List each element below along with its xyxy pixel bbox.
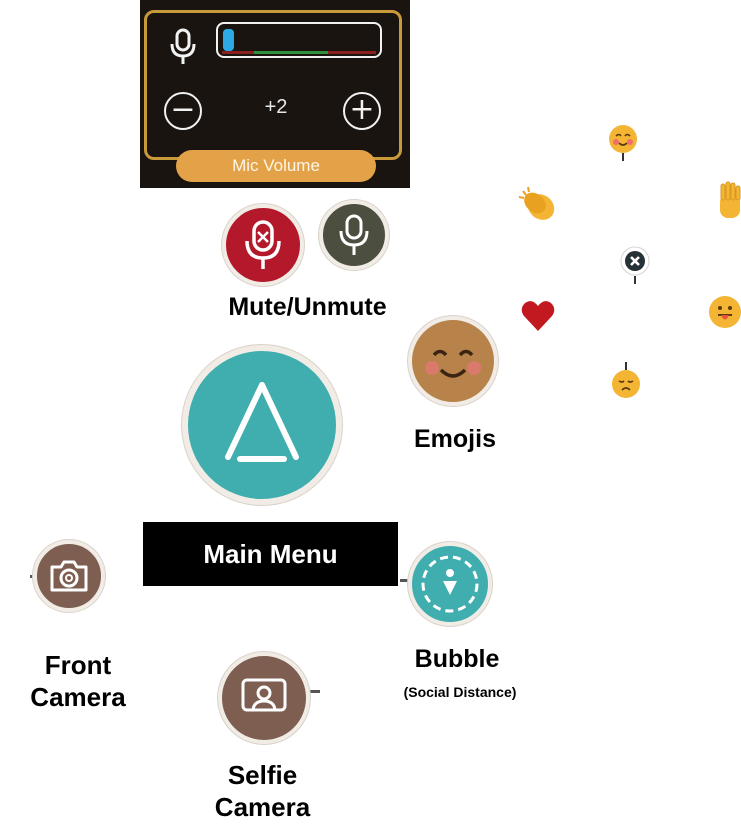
mic-volume-slider[interactable] xyxy=(216,22,382,58)
main-menu-button[interactable] xyxy=(182,345,342,505)
unamused-face-icon xyxy=(612,370,640,398)
microphone-icon xyxy=(170,28,196,64)
unmute-button[interactable] xyxy=(319,200,389,270)
selfie-camera-label: Selfie Camera xyxy=(214,760,311,822)
emoji-option[interactable] xyxy=(716,180,741,227)
emoji-option[interactable] xyxy=(517,185,561,230)
microphone-muted-icon xyxy=(245,220,281,269)
main-menu-label: Main Menu xyxy=(143,522,398,586)
front-camera-label: Front Camera xyxy=(30,650,126,712)
mic-volume-level-indicator xyxy=(223,29,234,51)
mic-volume-value: +2 xyxy=(264,96,288,118)
bubble-sublabel: (Social Distance) xyxy=(403,684,517,700)
mute-button[interactable] xyxy=(222,204,304,286)
tongue-face-icon xyxy=(709,296,741,328)
bubble-button[interactable] xyxy=(408,542,492,626)
level-meter-ok xyxy=(254,51,328,54)
microphone-icon xyxy=(339,214,369,255)
emojis-label: Emojis xyxy=(414,425,496,453)
social-distance-bubble-icon xyxy=(421,555,479,613)
volume-decrease-button[interactable]: − xyxy=(164,92,202,130)
minus-icon: − xyxy=(170,92,196,127)
level-meter-low xyxy=(222,51,254,54)
volume-increase-button[interactable]: + xyxy=(343,92,381,130)
emojis-button[interactable] xyxy=(408,316,498,406)
emoji-option[interactable] xyxy=(520,298,556,339)
emoji-stem xyxy=(625,362,627,370)
selfie-camera-icon xyxy=(241,678,287,712)
camera-icon xyxy=(50,560,88,592)
emoji-option[interactable] xyxy=(709,296,741,328)
bubble-label: Bubble xyxy=(414,645,500,673)
heart-icon xyxy=(521,301,555,331)
selfie-camera-button[interactable] xyxy=(218,652,310,744)
smiling-face-icon xyxy=(418,326,488,396)
clapping-hands-icon xyxy=(518,186,555,220)
emoji-close-button[interactable] xyxy=(620,246,650,291)
raised-hand-icon xyxy=(720,181,741,218)
plus-icon: + xyxy=(349,92,375,127)
mic-volume-panel: − +2 + Mic Volume xyxy=(140,0,410,188)
front-camera-button[interactable] xyxy=(33,540,105,612)
close-icon xyxy=(620,246,650,284)
smiling-face-with-hand-icon xyxy=(609,125,637,153)
mute-unmute-label: Mute/Unmute xyxy=(228,293,387,321)
emoji-option[interactable] xyxy=(612,362,640,398)
mic-volume-label: Mic Volume xyxy=(176,150,376,182)
level-meter-high xyxy=(328,51,376,54)
emoji-option[interactable] xyxy=(609,125,637,161)
emoji-stem xyxy=(622,153,624,161)
triangle-icon xyxy=(225,382,299,462)
